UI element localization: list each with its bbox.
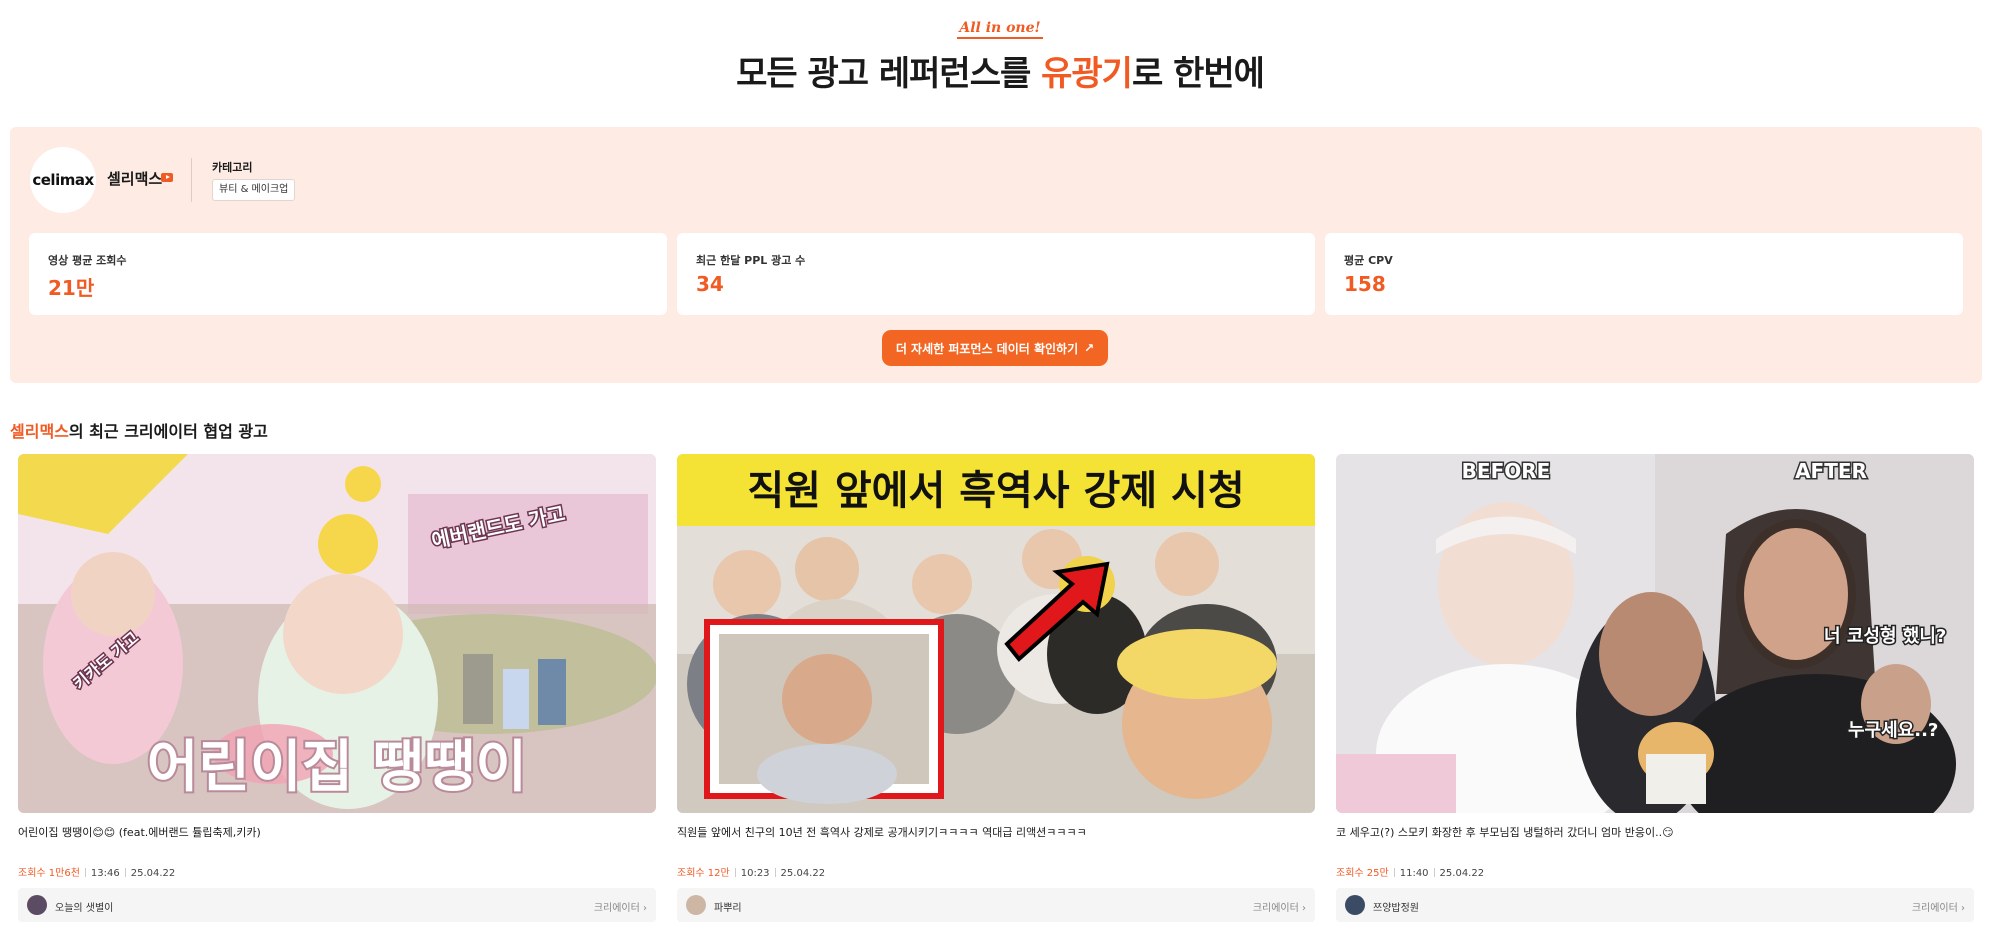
stat-value: 158	[1344, 272, 1386, 296]
creator-row[interactable]: 오늘의 샛별이 크리에이터 ›	[18, 888, 656, 922]
duration: 10:23	[740, 868, 770, 879]
brand-logo[interactable]: celimax	[30, 147, 96, 213]
thumb-after: AFTER	[1795, 459, 1867, 483]
title-part-1: 모든 광고 레퍼런스를	[736, 54, 1042, 94]
creator-link[interactable]: 크리에이터 ›	[594, 899, 647, 914]
tagline: All in one!	[0, 20, 2000, 39]
stat-card-ppl-count: 최근 한달 PPL 광고 수 34	[677, 233, 1315, 315]
brand-summary-panel: celimax 셀리맥스 카테고리 뷰티 & 메이크업 영상 평균 조회수 21…	[10, 127, 1982, 383]
stat-label: 영상 평균 조회수	[48, 254, 127, 267]
category-label: 카테고리	[212, 161, 253, 174]
stat-card-avg-cpv: 평균 CPV 158	[1325, 233, 1963, 315]
section-brand: 셀리맥스	[10, 422, 69, 441]
video-card[interactable]: 직원 앞에서 흑역사 강제 시청 직원들 앞에서 친구의 10년 전 흑역사 강…	[677, 454, 1315, 924]
title-part-2: 로 한번에	[1131, 54, 1265, 94]
creator-name: 쯔양밥정원	[1373, 903, 1419, 914]
separator	[124, 868, 126, 877]
duration: 11:40	[1399, 868, 1429, 879]
video-thumbnail[interactable]: 에버랜드도 가고 키카도 가고 어린이집 땡땡이	[18, 454, 656, 813]
video-thumbnail[interactable]: 직원 앞에서 흑역사 강제 시청	[677, 454, 1315, 813]
video-meta: 조회수 1만6천 13:46 25.04.22	[18, 864, 175, 879]
creator-avatar	[1345, 895, 1365, 915]
tagline-text: All in one!	[957, 20, 1043, 39]
section-rest: 의 최근 크리에이터 협업 광고	[68, 422, 268, 441]
thumb-quote-2: 누구세요..?	[1848, 720, 1938, 741]
stat-label: 최근 한달 PPL 광고 수	[696, 254, 806, 267]
video-meta: 조회수 12만 10:23 25.04.22	[677, 864, 825, 879]
cta-label: 더 자세한 퍼포먼스 데이터 확인하기	[895, 341, 1079, 356]
arrow-up-right-icon: ↗	[1084, 341, 1095, 355]
view-count: 조회수 25만	[1336, 868, 1389, 879]
creator-name: 오늘의 샛별이	[55, 903, 114, 914]
category-chip: 뷰티 & 메이크업	[212, 179, 296, 201]
creator-name: 파뿌리	[714, 903, 742, 914]
stat-value: 21만	[48, 276, 95, 300]
separator	[84, 868, 86, 877]
upload-date: 25.04.22	[130, 868, 176, 879]
video-title[interactable]: 직원들 앞에서 친구의 10년 전 흑역사 강제로 공개시키기ㅋㅋㅋㅋ 역대급 …	[677, 824, 1315, 840]
thumb-before: BEFORE	[1462, 459, 1551, 483]
creator-row[interactable]: 파뿌리 크리에이터 ›	[677, 888, 1315, 922]
section-title: 셀리맥스의 최근 크리에이터 협업 광고	[10, 418, 268, 442]
creator-row[interactable]: 쯔양밥정원 크리에이터 ›	[1336, 888, 1974, 922]
duration: 13:46	[90, 868, 120, 879]
thumb-caption: 어린이집 땡땡이	[147, 735, 527, 800]
brand-name[interactable]: 셀리맥스	[107, 168, 162, 189]
stat-label: 평균 CPV	[1344, 254, 1393, 267]
stat-value: 34	[696, 272, 724, 296]
separator	[1433, 868, 1435, 877]
video-card[interactable]: 에버랜드도 가고 키카도 가고 어린이집 땡땡이 어린이집 땡땡이😊😊 (fea…	[18, 454, 656, 924]
separator	[774, 868, 776, 877]
creator-link[interactable]: 크리에이터 ›	[1253, 899, 1306, 914]
creator-avatar	[686, 895, 706, 915]
title-highlight: 유광기	[1041, 54, 1133, 94]
video-card[interactable]: BEFORE AFTER 너 코성형 했니? 누구세요..? 코 세우고(?) …	[1336, 454, 1974, 924]
separator	[1393, 868, 1395, 877]
video-title[interactable]: 코 세우고(?) 스모키 화장한 후 부모님집 냉털하러 갔더니 엄마 반응이.…	[1336, 824, 1974, 840]
creator-link[interactable]: 크리에이터 ›	[1912, 899, 1965, 914]
separator	[734, 868, 736, 877]
performance-data-button[interactable]: 더 자세한 퍼포먼스 데이터 확인하기 ↗	[882, 330, 1108, 366]
video-meta: 조회수 25만 11:40 25.04.22	[1336, 864, 1484, 879]
thumb-caption: 직원 앞에서 흑역사 강제 시청	[747, 468, 1244, 514]
upload-date: 25.04.22	[1439, 868, 1485, 879]
divider	[191, 158, 192, 202]
video-title[interactable]: 어린이집 땡땡이😊😊 (feat.에버랜드 튤립축제,키카)	[18, 824, 656, 840]
page-title: 모든 광고 레퍼런스를 유광기로 한번에	[0, 46, 2000, 95]
video-thumbnail[interactable]: BEFORE AFTER 너 코성형 했니? 누구세요..?	[1336, 454, 1974, 813]
creator-avatar	[27, 895, 47, 915]
stat-card-avg-views: 영상 평균 조회수 21만	[29, 233, 667, 315]
upload-date: 25.04.22	[780, 868, 826, 879]
youtube-icon[interactable]	[161, 173, 173, 182]
view-count: 조회수 12만	[677, 868, 730, 879]
view-count: 조회수 1만6천	[18, 868, 80, 879]
thumb-quote-1: 너 코성형 했니?	[1824, 626, 1946, 647]
